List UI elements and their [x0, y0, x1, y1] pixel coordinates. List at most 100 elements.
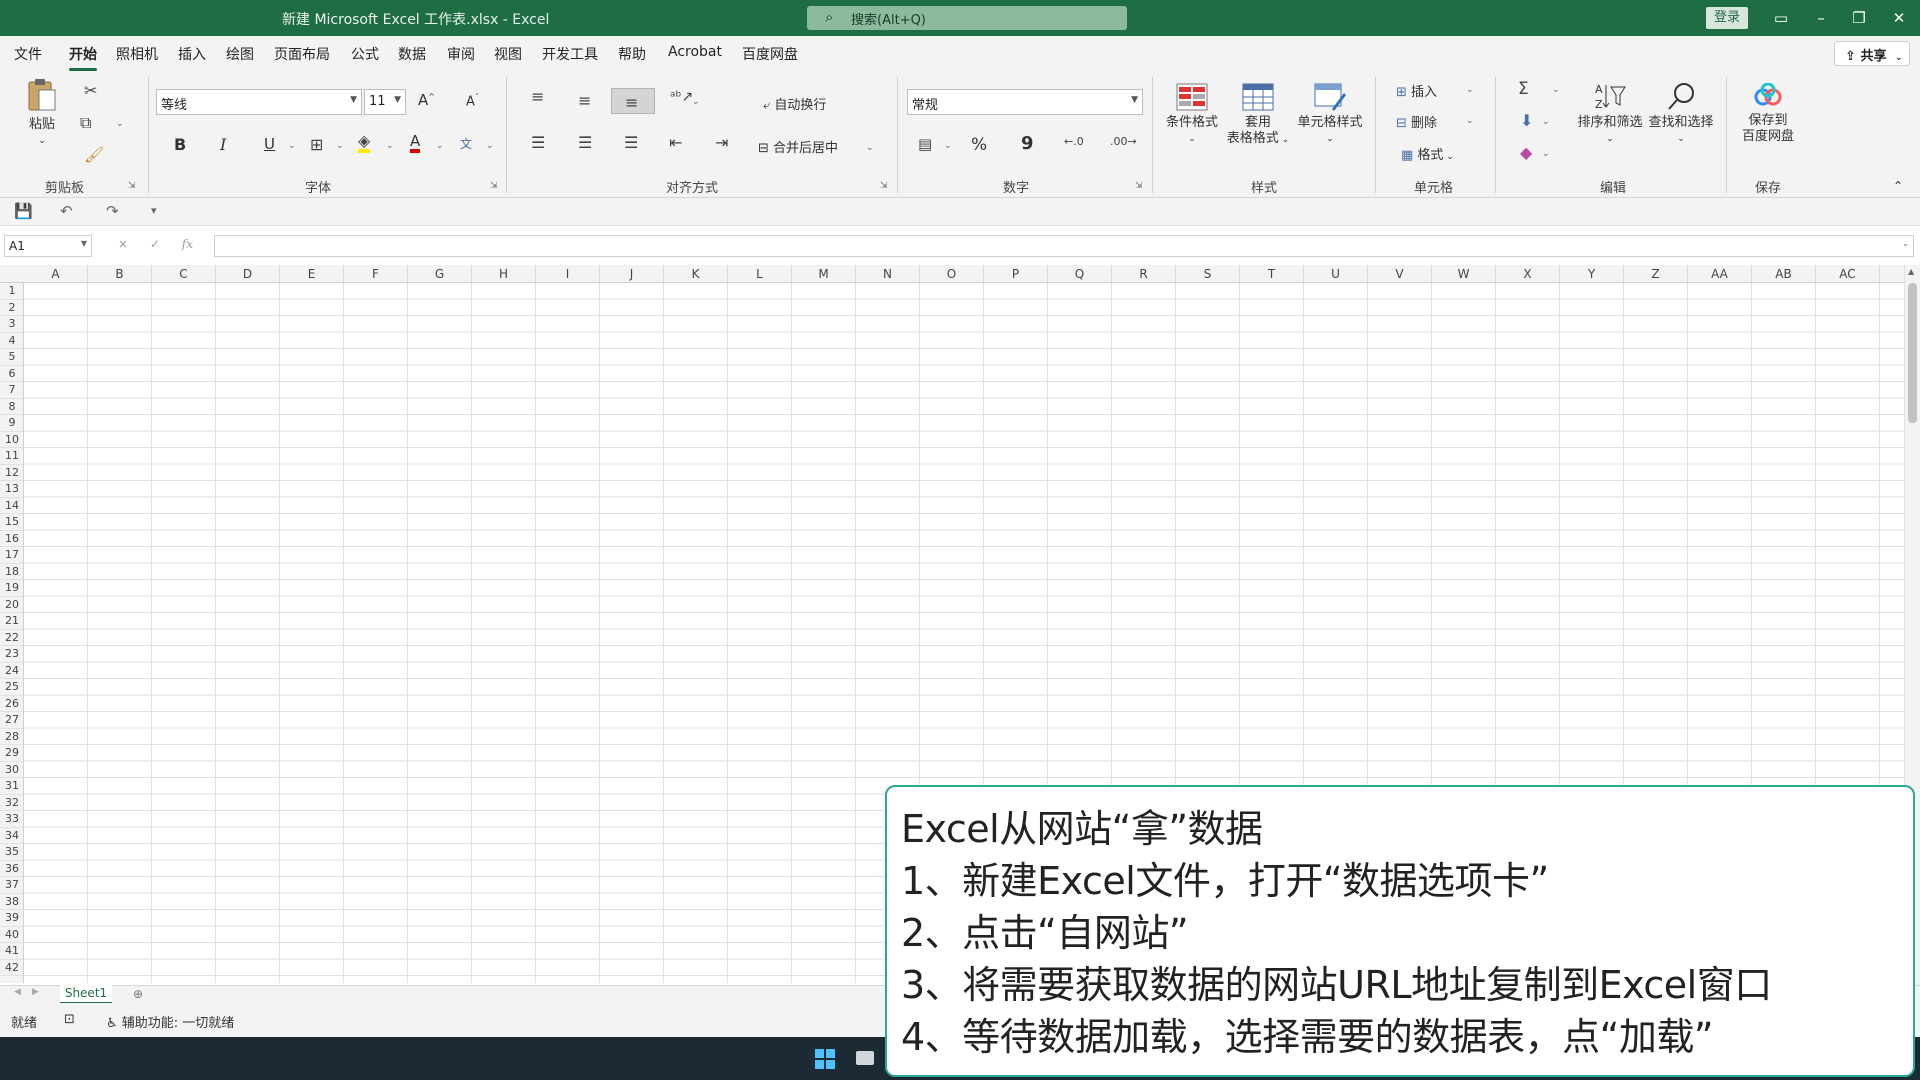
row-header[interactable]: 22: [0, 630, 23, 646]
increase-decimal-icon[interactable]: ←.0: [1064, 135, 1084, 148]
tab-page-layout[interactable]: 页面布局: [274, 44, 330, 64]
redo-icon[interactable]: ↷: [106, 202, 119, 220]
column-header[interactable]: V: [1368, 265, 1432, 283]
column-header[interactable]: R: [1112, 265, 1176, 283]
align-left-icon[interactable]: ☰: [531, 133, 545, 152]
column-header[interactable]: Z: [1624, 265, 1688, 283]
save-icon[interactable]: 💾: [14, 202, 33, 220]
insert-function-icon[interactable]: fx: [182, 237, 193, 251]
chevron-down-icon[interactable]: ⌄: [386, 141, 394, 151]
row-header[interactable]: 41: [0, 943, 23, 960]
format-as-table-button[interactable]: 套用 表格格式 ⌄: [1222, 83, 1294, 148]
collapse-ribbon-icon[interactable]: ⌃: [1893, 179, 1903, 193]
fill-color-icon[interactable]: ◈: [358, 133, 371, 153]
column-header[interactable]: L: [728, 265, 792, 283]
font-color-button[interactable]: A: [410, 133, 421, 153]
chevron-down-icon[interactable]: ⌄: [288, 141, 296, 151]
chevron-down-icon[interactable]: ⌄: [944, 141, 952, 151]
name-box[interactable]: A1 ▼: [4, 235, 92, 257]
row-header[interactable]: 15: [0, 514, 23, 531]
italic-button[interactable]: I: [220, 135, 226, 154]
row-header[interactable]: 8: [0, 399, 23, 415]
find-select-button[interactable]: 查找和选择 ⌄: [1645, 81, 1717, 147]
scrollbar-thumb[interactable]: [1908, 283, 1917, 423]
column-header[interactable]: B: [88, 265, 152, 283]
chevron-down-icon[interactable]: ⌄: [336, 141, 344, 151]
format-painter-icon[interactable]: 🖌: [84, 145, 104, 164]
column-header[interactable]: S: [1176, 265, 1240, 283]
task-view-icon[interactable]: [856, 1051, 874, 1065]
column-header[interactable]: AC: [1816, 265, 1880, 283]
decrease-indent-icon[interactable]: ⇤: [669, 133, 682, 152]
format-cells-button[interactable]: ▦ 格式 ⌄: [1401, 144, 1454, 163]
row-header[interactable]: 32: [0, 795, 23, 811]
sort-filter-button[interactable]: A Z 排序和筛选 ⌄: [1574, 81, 1646, 147]
add-sheet-icon[interactable]: ⊕: [133, 987, 143, 1001]
row-header[interactable]: 26: [0, 696, 23, 712]
chevron-down-icon[interactable]: ⌄: [486, 141, 494, 151]
underline-button[interactable]: U: [264, 135, 275, 153]
column-header[interactable]: AA: [1688, 265, 1752, 283]
tab-help[interactable]: 帮助: [618, 44, 646, 64]
shrink-font-button[interactable]: Aˇ: [466, 93, 479, 109]
wrap-text-button[interactable]: ⤶ 自动换行: [763, 94, 826, 113]
restore-icon[interactable]: ❐: [1844, 6, 1874, 30]
decrease-decimal-icon[interactable]: .00→: [1110, 135, 1137, 148]
undo-icon[interactable]: ↶: [60, 202, 73, 220]
row-header[interactable]: 27: [0, 712, 23, 729]
prev-sheet-icon[interactable]: ◀: [14, 987, 21, 997]
chevron-down-icon[interactable]: ⌄: [866, 143, 874, 153]
row-header[interactable]: 39: [0, 910, 23, 927]
search-box[interactable]: ⌕ 搜索(Alt+Q): [807, 6, 1127, 30]
align-center-icon[interactable]: ☰: [578, 133, 592, 152]
column-header[interactable]: M: [792, 265, 856, 283]
font-name-select[interactable]: 等线 ▼: [156, 89, 362, 115]
chevron-down-icon[interactable]: ⌄: [1466, 116, 1474, 126]
column-header[interactable]: P: [984, 265, 1048, 283]
row-header[interactable]: 30: [0, 762, 23, 778]
percent-button[interactable]: %: [971, 135, 987, 155]
column-header[interactable]: H: [472, 265, 536, 283]
row-header[interactable]: 23: [0, 646, 23, 663]
windows-start-icon[interactable]: [815, 1049, 835, 1069]
row-header[interactable]: 38: [0, 894, 23, 910]
column-header[interactable]: D: [216, 265, 280, 283]
tab-home[interactable]: 开始: [69, 44, 97, 71]
next-sheet-icon[interactable]: ▶: [32, 987, 39, 997]
column-header[interactable]: C: [152, 265, 216, 283]
row-header[interactable]: 10: [0, 432, 23, 448]
tab-acrobat[interactable]: Acrobat: [668, 44, 722, 60]
row-header[interactable]: 16: [0, 531, 23, 547]
cell-styles-button[interactable]: 单元格样式 ⌄: [1293, 83, 1367, 147]
column-header[interactable]: K: [664, 265, 728, 283]
clear-icon[interactable]: ◆: [1520, 143, 1532, 162]
row-header[interactable]: 3: [0, 316, 23, 333]
column-header[interactable]: Y: [1560, 265, 1624, 283]
phonetic-guide-button[interactable]: 文: [460, 135, 472, 152]
tab-draw[interactable]: 绘图: [226, 44, 254, 64]
enter-icon[interactable]: ✓: [150, 237, 160, 251]
save-to-baidu-button[interactable]: 保存到 百度网盘: [1736, 83, 1800, 145]
row-header[interactable]: 28: [0, 729, 23, 745]
chevron-down-icon[interactable]: ⌄: [1542, 117, 1550, 127]
row-header[interactable]: 4: [0, 333, 23, 349]
row-header[interactable]: 29: [0, 745, 23, 762]
row-header[interactable]: 9: [0, 415, 23, 432]
ribbon-display-icon[interactable]: ▭: [1766, 6, 1796, 30]
column-header[interactable]: T: [1240, 265, 1304, 283]
copy-icon[interactable]: ⧉: [80, 113, 91, 133]
increase-indent-icon[interactable]: ⇥: [715, 133, 728, 152]
chevron-down-icon[interactable]: ⌄: [1552, 85, 1560, 95]
orientation-icon[interactable]: ᵃᵇ↗: [670, 89, 693, 105]
merge-center-button[interactable]: ⊟ 合并后居中: [758, 137, 838, 156]
formula-input[interactable]: ⌄: [214, 235, 1914, 257]
column-header[interactable]: U: [1304, 265, 1368, 283]
column-header[interactable]: AB: [1752, 265, 1816, 283]
row-header[interactable]: 21: [0, 613, 23, 630]
dialog-launcher-icon[interactable]: ⇲: [490, 181, 498, 191]
column-header[interactable]: O: [920, 265, 984, 283]
cancel-icon[interactable]: ×: [118, 237, 128, 251]
tab-camera[interactable]: 照相机: [116, 44, 158, 64]
tab-formulas[interactable]: 公式: [351, 44, 379, 64]
share-button[interactable]: ⇪ 共享 ⌄: [1834, 41, 1910, 66]
